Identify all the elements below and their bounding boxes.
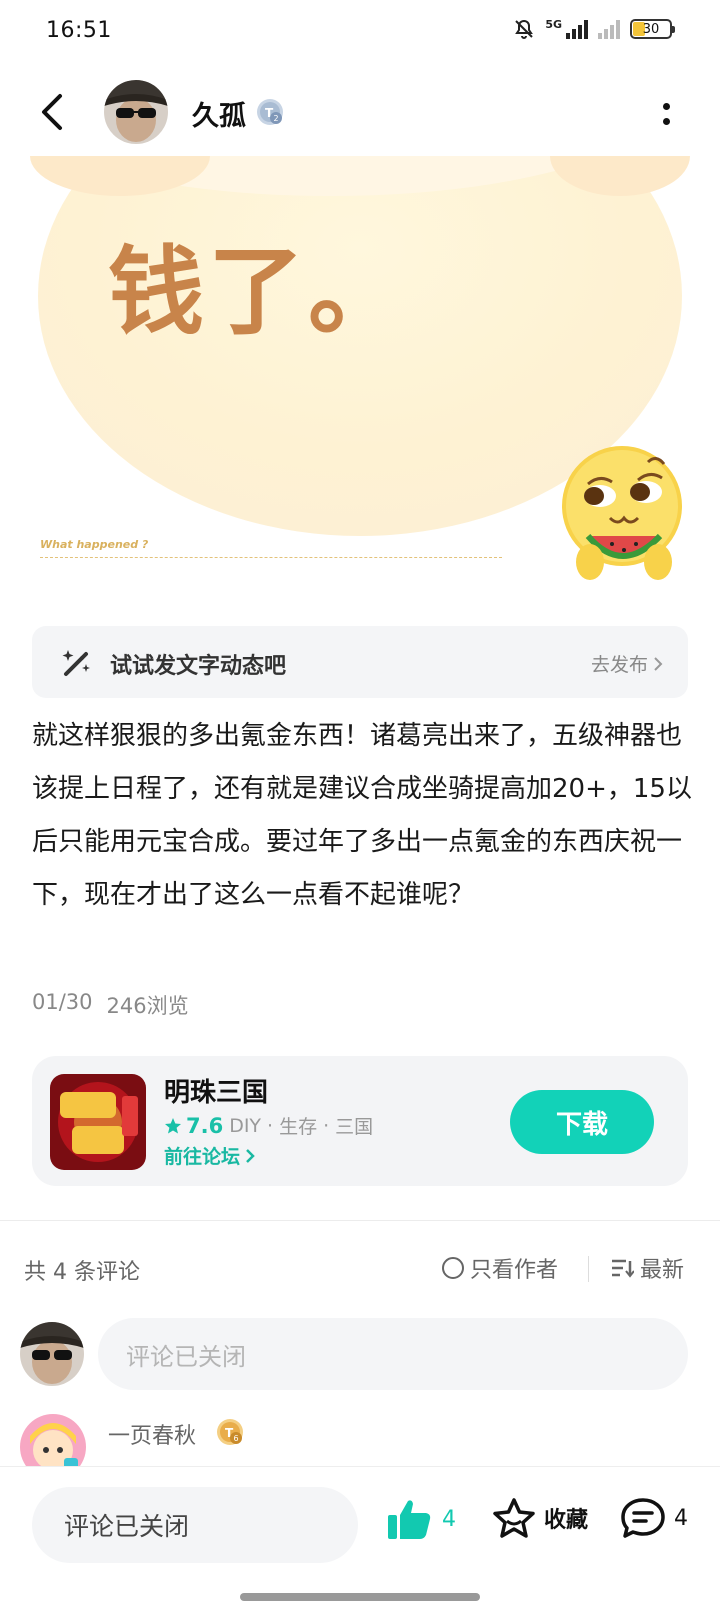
more-options-button[interactable] [656,96,676,132]
commenter-name[interactable]: 一页春秋 [108,1418,196,1450]
star-outline-icon [493,1498,535,1538]
my-avatar [20,1322,84,1386]
signal-icon [566,19,588,39]
watermelon-emoji-icon [562,446,682,580]
status-time: 16:51 [46,18,112,43]
comment-button[interactable]: 4 [620,1497,688,1539]
battery-level: 30 [642,21,660,37]
game-rating-value: 7.6 [186,1113,224,1138]
magic-pen-icon [62,650,90,676]
tag-separator: · [267,1114,274,1137]
post-content: 就这样狠狠的多出氪金东西！诸葛亮出来了，五级神器也该提上日程了，还有就是建议合成… [32,721,692,910]
author-avatar[interactable] [104,80,168,144]
star-icon [165,1117,181,1133]
favorite-label: 收藏 [544,1508,589,1533]
author-name[interactable]: 久孤 [192,94,246,133]
sort-label: 最新 [640,1258,685,1283]
level-badge-icon: T 6 [217,1419,243,1445]
filter-separator [588,1256,589,1282]
game-tag: 生存 [279,1116,318,1138]
chevron-right-icon [654,656,663,671]
sort-icon [612,1259,634,1278]
prompt-text: 试试发文字动态吧 [110,654,287,679]
signal-icon-secondary [598,19,620,39]
post-prompt-bar[interactable]: 试试发文字动态吧 去发布 [32,626,688,698]
comment-input[interactable]: 评论已关闭 [98,1318,688,1390]
like-count: 4 [442,1506,456,1532]
level-badge-icon: T 2 [257,99,283,125]
mute-icon [515,19,534,39]
network-type: 5G [545,18,562,31]
game-rating: 7.6 [164,1114,223,1138]
game-icon[interactable] [50,1074,146,1170]
post-image[interactable]: 钱了。 What happened ? [0,156,720,590]
hero-caption: What happened ? [40,538,149,551]
battery-icon: 30 [630,19,675,39]
status-icons: 5G 30 [513,18,675,40]
bottom-action-bar: 评论已关闭 4 收藏 4 [0,1466,720,1612]
like-button[interactable]: 4 [386,1497,456,1541]
favorite-button[interactable]: 收藏 [492,1497,588,1539]
comment-bubble-icon [621,1498,665,1538]
forum-link-label: 前往论坛 [164,1146,241,1168]
game-tag: 三国 [335,1116,374,1138]
post-views: 246浏览 [106,994,189,1018]
go-publish-link[interactable]: 去发布 [591,650,664,677]
download-button[interactable]: 下载 [510,1090,654,1154]
bottom-comment-input[interactable]: 评论已关闭 [32,1487,358,1563]
game-card[interactable]: 明珠三国 7.6 DIY · 生存 · 三国 前往论坛 下载 [32,1056,688,1186]
back-button[interactable] [34,90,74,134]
hero-divider [40,557,502,558]
status-bar: 16:51 5G 30 [0,0,720,64]
game-tag: DIY [229,1114,262,1137]
author-only-label: 只看作者 [470,1258,559,1283]
game-meta: 7.6 DIY · 生存 · 三国 [164,1112,373,1139]
comment-count: 共 4 条评论 [24,1260,140,1285]
radio-icon [442,1257,464,1279]
comment-count-bottom: 4 [674,1505,688,1531]
go-publish-label: 去发布 [590,654,648,676]
author-only-filter[interactable]: 只看作者 [442,1252,558,1284]
section-divider [0,1220,720,1221]
forum-link[interactable]: 前往论坛 [164,1142,256,1169]
post-date: 01/30 [32,990,93,1014]
hero-headline: 钱了。 [108,236,408,348]
svg-text:6: 6 [234,1434,239,1443]
thumbs-up-icon [388,1500,431,1539]
chevron-right-icon [246,1148,255,1163]
svg-text:2: 2 [274,114,279,123]
sort-button[interactable]: 最新 [610,1252,684,1284]
home-indicator[interactable] [240,1593,480,1601]
post-meta: 01/30 246浏览 [32,990,189,1020]
game-name[interactable]: 明珠三国 [164,1072,268,1109]
tag-separator: · [323,1114,330,1137]
post-header: 久孤 T 2 [0,70,720,156]
back-arrow-icon [42,94,62,130]
